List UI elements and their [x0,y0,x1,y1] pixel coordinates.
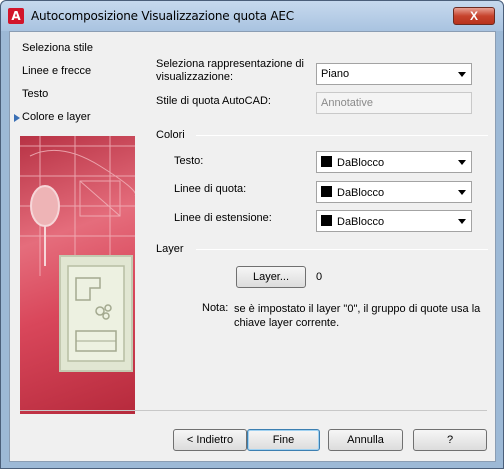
chevron-down-icon [458,72,466,77]
layer-section-label: Layer [156,243,184,255]
dim-lines-color-value: DaBlocco [321,186,384,199]
text-color-dropdown[interactable]: DaBlocco [316,151,472,173]
dim-lines-color-text: DaBlocco [337,187,385,199]
display-rep-label: Seleziona rappresentazione di visualizza… [156,58,304,83]
dialog-window: A Autocomposizione Visualizzazione quota… [0,0,504,469]
ext-lines-color-dropdown[interactable]: DaBlocco [316,210,472,232]
colors-divider [196,135,488,136]
autocad-style-value: Annotative [321,97,373,109]
close-button[interactable]: X [453,7,495,25]
chevron-down-icon [458,219,466,224]
autocad-style-field: Annotative [316,92,472,114]
text-color-value: DaBlocco [321,156,384,169]
illustration-graphic [20,136,135,372]
chevron-down-icon [458,160,466,165]
ext-lines-color-text: DaBlocco [337,216,385,228]
chevron-down-icon [458,190,466,195]
display-rep-dropdown[interactable]: Piano [316,63,472,85]
text-color-label: Testo: [174,155,204,167]
window-title: Autocomposizione Visualizzazione quota A… [31,9,294,23]
step-lines-arrows[interactable]: Linee e frecce [22,65,91,77]
finish-button[interactable]: Fine [247,429,320,451]
black-swatch-icon [321,156,332,167]
autocad-app-icon: A [8,8,24,24]
display-rep-value: Piano [321,68,350,80]
cancel-button[interactable]: Annulla [328,429,403,451]
layer-divider [196,249,488,250]
autocad-style-label: Stile di quota AutoCAD: [156,95,271,107]
dim-lines-color-label: Linee di quota: [174,183,247,195]
layer-button[interactable]: Layer... [236,266,306,288]
dim-lines-color-dropdown[interactable]: DaBlocco [316,181,472,203]
black-swatch-icon [321,215,332,226]
footer-divider [20,410,487,411]
dialog-client-area: Seleziona stile Linee e frecce Testo Col… [9,31,496,462]
step-color-layer[interactable]: Colore e layer [22,111,90,123]
step-select-style[interactable]: Seleziona stile [22,42,93,54]
black-swatch-icon [321,186,332,197]
back-button[interactable]: < Indietro [173,429,247,451]
ext-lines-color-value: DaBlocco [321,215,384,228]
layer-note: se è impostato il layer "0", il gruppo d… [234,303,481,329]
title-bar: A Autocomposizione Visualizzazione quota… [1,1,503,31]
wizard-illustration [20,136,135,414]
text-color-text: DaBlocco [337,157,385,169]
ext-lines-color-label: Linee di estensione: [174,212,272,224]
step-text[interactable]: Testo [22,88,48,100]
note-prefix: Nota: [202,302,229,314]
active-step-triangle-icon [14,114,20,122]
help-button[interactable]: ? [413,429,487,451]
layer-value: 0 [316,271,323,283]
colors-section-label: Colori [156,129,185,141]
